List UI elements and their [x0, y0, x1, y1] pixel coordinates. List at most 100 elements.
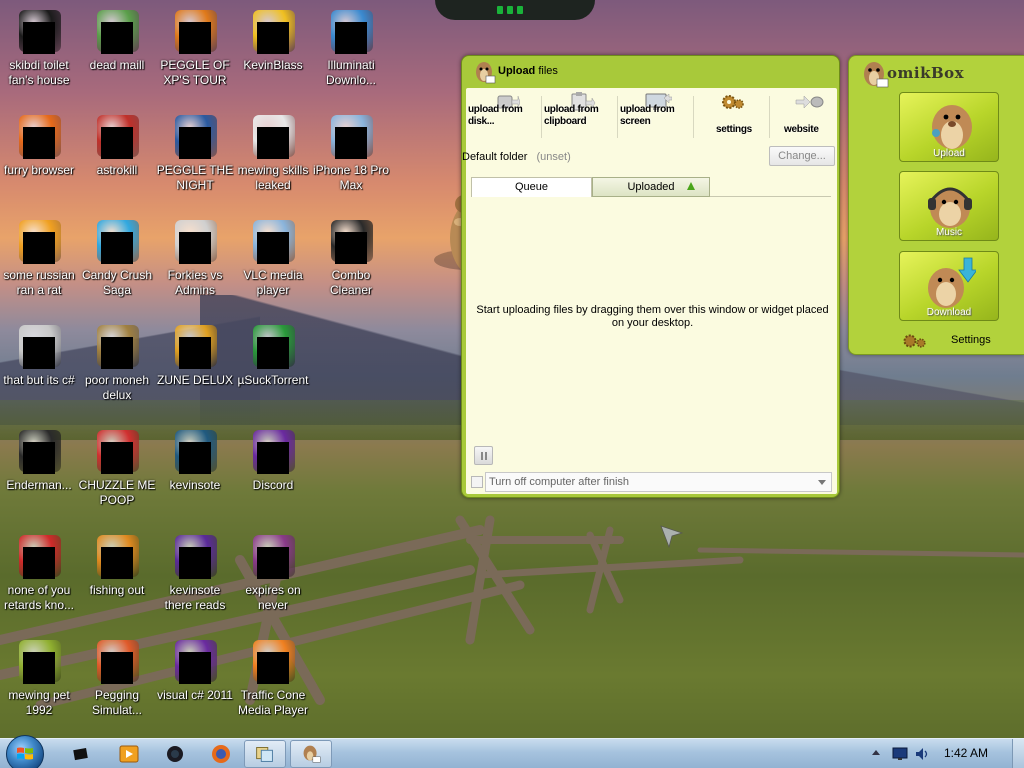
default-folder-row: Default folder (unset)	[462, 151, 571, 163]
mouse-pointer-icon	[660, 525, 684, 549]
change-folder-button[interactable]: Change...	[769, 146, 835, 166]
tab-uploaded[interactable]: Uploaded	[592, 177, 710, 197]
desktop-shortcut-label: Discord	[252, 478, 294, 492]
desktop-shortcut-label: mewing skills leaked	[237, 163, 309, 192]
hamster-box-logo-icon	[476, 62, 496, 84]
globe-download-icon	[327, 8, 375, 56]
desktop-shortcut[interactable]: Discord	[234, 428, 312, 493]
desktop-shortcut[interactable]: expires on never	[234, 533, 312, 613]
desktop-shortcut[interactable]: Traffic Cone Media Player	[234, 638, 312, 718]
pause-button[interactable]	[474, 446, 493, 465]
taskbar-window-button[interactable]	[244, 740, 286, 768]
widget-brand: omikBox	[887, 64, 965, 82]
queue-empty-message: Start uploading files by dragging them o…	[476, 304, 829, 329]
desktop-shortcut[interactable]: PEGGLE OF XP'S TOUR	[156, 8, 234, 88]
desktop-shortcut[interactable]: Candy Crush Saga	[78, 218, 156, 298]
desktop-shortcut[interactable]: iPhone 18 Pro Max	[312, 113, 390, 193]
desktop-shortcut[interactable]: that but its c#	[0, 323, 78, 388]
desktop-shortcut[interactable]: Illuminati Downlo...	[312, 8, 390, 88]
taskbar-firefox-icon[interactable]	[208, 741, 234, 767]
widget-download-button[interactable]: Download	[899, 251, 999, 321]
system-clock[interactable]: 1:42 AM	[936, 746, 996, 760]
top-gadget-notch	[435, 0, 595, 20]
desktop-shortcut[interactable]: KevinBlass	[234, 8, 312, 73]
vs-icon	[171, 638, 219, 686]
window-title: Upload files	[498, 65, 558, 77]
taskbar-hamster-box-button[interactable]	[290, 740, 332, 768]
desktop-shortcut[interactable]: VLC media player	[234, 218, 312, 298]
desktop-shortcut-label: Enderman...	[6, 478, 72, 492]
desktop-shortcut[interactable]: ZUNE DELUX	[156, 323, 234, 388]
desktop-shortcut-label: mewing pet 1992	[8, 688, 70, 717]
desktop-shortcut[interactable]: visual c# 2011	[156, 638, 234, 703]
trash-can-icon	[15, 8, 63, 56]
sort-up-icon	[687, 182, 695, 190]
gears-icon	[722, 95, 744, 109]
desktop-shortcut[interactable]: dead maill	[78, 8, 156, 73]
desktop-shortcut-label: CHUZZLE ME POOP	[78, 478, 156, 507]
desktop-shortcut[interactable]: fishing out	[78, 533, 156, 598]
desktop-shortcut[interactable]: Pegging Simulat...	[78, 638, 156, 718]
desktop-shortcut[interactable]: mewing skills leaked	[234, 113, 312, 193]
torrent-icon	[249, 323, 297, 371]
widget-settings-link[interactable]: Settings	[951, 334, 991, 346]
desktop-shortcut[interactable]: astrokill	[78, 113, 156, 178]
volume-tray-icon[interactable]	[914, 747, 930, 761]
desktop-shortcut[interactable]: Enderman...	[0, 428, 78, 493]
taskbar-terminal-icon[interactable]	[68, 741, 94, 767]
widget-upload-button[interactable]: Upload	[899, 92, 999, 162]
desktop-shortcut-label: Traffic Cone Media Player	[237, 688, 309, 717]
desktop-shortcut[interactable]: furry browser	[0, 113, 78, 178]
tab-queue[interactable]: Queue	[471, 177, 592, 197]
taskbar-app-icon[interactable]	[162, 741, 188, 767]
box-icon	[15, 638, 63, 686]
website-button[interactable]: website	[770, 88, 837, 146]
upload-from-clipboard-button[interactable]: upload from clipboard	[542, 88, 618, 146]
desktop-shortcut[interactable]: Forkies vs Admins	[156, 218, 234, 298]
desktop-shortcut-label: Illuminati Downlo...	[325, 58, 377, 87]
desktop-shortcut[interactable]: µSuckTorrent	[234, 323, 312, 388]
monitor-tray-icon[interactable]	[892, 747, 908, 761]
sun-icon	[249, 8, 297, 56]
finish-action-select[interactable]: Turn off computer after finish	[485, 472, 832, 492]
desktop-shortcut[interactable]: poor moneh delux	[78, 323, 156, 403]
desktop-shortcut[interactable]: skibdi toilet fan's house	[0, 8, 78, 88]
desktop-shortcut[interactable]: mewing pet 1992	[0, 638, 78, 718]
desktop-shortcut[interactable]: some russian ran a rat	[0, 218, 78, 298]
tray-expand-icon[interactable]	[872, 750, 880, 755]
peggle-night-icon	[171, 113, 219, 161]
desktop-shortcut[interactable]: none of you retards kno...	[0, 533, 78, 613]
finish-action-row: Turn off computer after finish	[471, 472, 832, 492]
desktop-shortcut[interactable]: kevinsote	[156, 428, 234, 493]
desktop-shortcut-label: kevinsote	[169, 478, 221, 492]
app-icon	[171, 428, 219, 476]
desktop-shortcut-label: kevinsote there reads	[164, 583, 226, 612]
desktop-shortcut[interactable]: kevinsote there reads	[156, 533, 234, 613]
desktop-shortcut[interactable]: PEGGLE THE NIGHT	[156, 113, 234, 193]
desktop-shortcut-label: iPhone 18 Pro Max	[312, 163, 390, 192]
flower-icon	[171, 218, 219, 266]
desktop-shortcut-label: Forkies vs Admins	[167, 268, 223, 297]
desktop-shortcut-label: Candy Crush Saga	[81, 268, 153, 297]
gears-icon[interactable]	[901, 332, 931, 350]
finish-checkbox[interactable]	[471, 476, 483, 488]
desktop-shortcut-label: Pegging Simulat...	[91, 688, 142, 717]
taskbar-media-player-icon[interactable]	[116, 741, 142, 767]
yahoo-icon	[249, 428, 297, 476]
peggle-icon	[171, 8, 219, 56]
upload-from-disk-button[interactable]: upload from disk...	[466, 88, 542, 146]
desktop-shortcut-label: that but its c#	[3, 373, 75, 387]
chuzzle-icon	[93, 428, 141, 476]
desktop-shortcut[interactable]: CHUZZLE ME POOP	[78, 428, 156, 508]
settings-button[interactable]: settings	[694, 88, 770, 146]
widget-download-label: Download	[926, 307, 972, 318]
default-folder-label: Default folder	[462, 151, 528, 163]
start-button[interactable]	[6, 735, 44, 768]
desktop-shortcut-label: KevinBlass	[243, 58, 303, 72]
show-desktop-button[interactable]	[1012, 739, 1024, 768]
desktop-shortcut-label: poor moneh delux	[84, 373, 150, 402]
desktop-shortcut-label: fishing out	[89, 583, 145, 597]
desktop-shortcut[interactable]: Combo Cleaner	[312, 218, 390, 298]
upload-from-screen-button[interactable]: upload from screen	[618, 88, 694, 146]
widget-music-button[interactable]: Music	[899, 171, 999, 241]
